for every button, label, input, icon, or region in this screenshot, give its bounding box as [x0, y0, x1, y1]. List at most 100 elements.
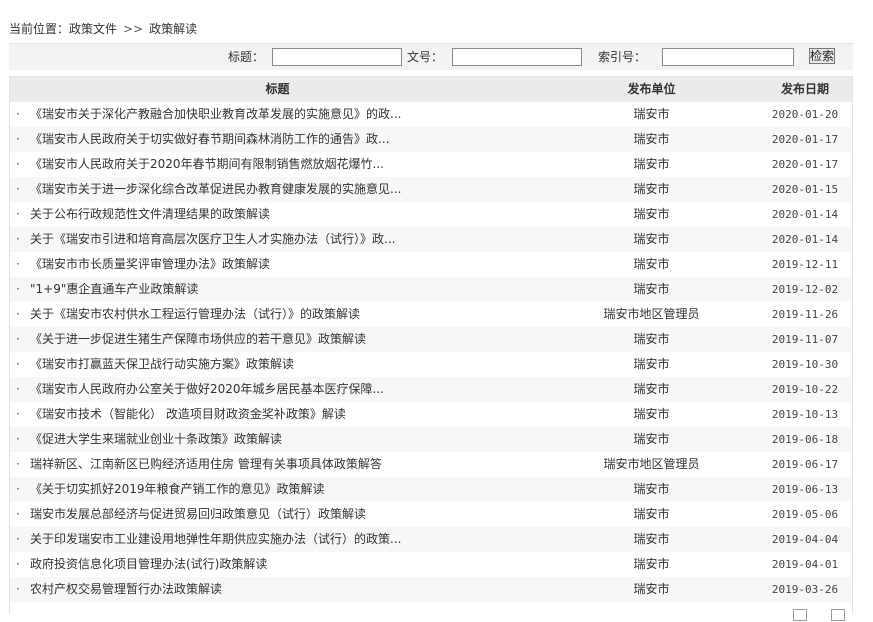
row-date: 2020-01-20	[771, 108, 839, 121]
row-dept: 瑞安市	[633, 407, 670, 421]
row-date: 2019-04-01	[771, 558, 839, 571]
row-title-link[interactable]: 关于《瑞安市农村供水工程运行管理办法（试行）》的政策解读	[30, 307, 360, 321]
table-row: · 关于印发瑞安市工业建设用地弹性年期供应实施办法（试行）的政策... 瑞安市 201…	[10, 527, 852, 552]
table-row: · 关于《瑞安市引进和培育高层次医疗卫生人才实施办法（试行）》政... 瑞安市 202…	[10, 227, 852, 252]
row-title-cell: · 《瑞安市关于深化产教融合加快职业教育改革发展的实施意见》的政...	[10, 102, 545, 127]
row-dept: 瑞安市	[633, 132, 670, 146]
bullet: ·	[16, 457, 20, 471]
doc-no-input[interactable]	[452, 48, 582, 66]
row-title-link[interactable]: 农村产权交易管理暂行办法政策解读	[30, 582, 222, 596]
row-title-link[interactable]: 瑞祥新区、江南新区已购经济适用住房 管理有关事项具体政策解答	[30, 457, 382, 471]
row-date: 2019-11-26	[771, 308, 839, 321]
row-date: 2019-03-26	[771, 583, 839, 596]
row-title-cell: · 关于公布行政规范性文件清理结果的政策解读	[10, 202, 545, 227]
row-dept: 瑞安市	[633, 157, 670, 171]
row-title-cell: · 《瑞安市人民政府关于2020年春节期间有限制销售燃放烟花爆竹...	[10, 152, 545, 177]
table-row: · 《关于进一步促进生猪生产保障市场供应的若干意见》政策解读 瑞安市 2019-11-…	[10, 327, 852, 352]
row-title-link[interactable]: 瑞安市发展总部经济与促进贸易回归政策意见（试行）政策解读	[30, 507, 366, 521]
table-row: · 《瑞安市关于进一步深化综合改革促进民办教育健康发展的实施意见... 瑞安市 202…	[10, 177, 852, 202]
row-title-cell: · 瑞安市发展总部经济与促进贸易回归政策意见（试行）政策解读	[10, 502, 545, 527]
row-title-cell: · 《瑞安市关于进一步深化综合改革促进民办教育健康发展的实施意见...	[10, 177, 545, 202]
table-row: · 《瑞安市人民政府关于切实做好春节期间森林消防工作的通告》政... 瑞安市 2020…	[10, 127, 852, 152]
breadcrumb-separator: >>	[123, 22, 144, 36]
bullet: ·	[16, 532, 20, 546]
row-title-link[interactable]: 《瑞安市市长质量奖评审管理办法》政策解读	[30, 257, 270, 271]
row-title-cell: · 《促进大学生来瑞就业创业十条政策》政策解读	[10, 427, 545, 452]
row-title-link[interactable]: 《瑞安市关于深化产教融合加快职业教育改革发展的实施意见》的政...	[30, 107, 401, 121]
breadcrumb-item-policy-docs[interactable]: 政策文件	[69, 22, 117, 36]
row-title-cell: · 《瑞安市市长质量奖评审管理办法》政策解读	[10, 252, 545, 277]
row-title-link[interactable]: 《瑞安市关于进一步深化综合改革促进民办教育健康发展的实施意见...	[30, 182, 401, 196]
table-body: · 《瑞安市关于深化产教融合加快职业教育改革发展的实施意见》的政... 瑞安市 202…	[10, 102, 852, 602]
table-row: · 《瑞安市技术（智能化） 改造项目财政资金奖补政策》解读 瑞安市 2019-10-1…	[10, 402, 852, 427]
bullet: ·	[16, 307, 20, 321]
search-button[interactable]: 检索	[809, 48, 835, 64]
bullet: ·	[16, 357, 20, 371]
bullet: ·	[16, 232, 20, 246]
table-row: · 《瑞安市人民政府办公室关于做好2020年城乡居民基本医疗保障... 瑞安市 201…	[10, 377, 852, 402]
row-title-link[interactable]: 《瑞安市人民政府办公室关于做好2020年城乡居民基本医疗保障...	[30, 382, 384, 396]
row-title-link[interactable]: 《瑞安市人民政府关于切实做好春节期间森林消防工作的通告》政...	[30, 132, 389, 146]
bullet: ·	[16, 582, 20, 596]
row-dept: 瑞安市	[633, 482, 670, 496]
row-title-link[interactable]: 《瑞安市人民政府关于2020年春节期间有限制销售燃放烟花爆竹...	[30, 157, 384, 171]
row-title-cell: · 关于《瑞安市农村供水工程运行管理办法（试行）》的政策解读	[10, 302, 545, 327]
row-date: 2019-06-17	[771, 458, 839, 471]
bullet: ·	[16, 207, 20, 221]
bullet: ·	[16, 182, 20, 196]
search-bar: 标题： 文号： 索引号： 检索	[9, 43, 853, 70]
header-title: 标题	[265, 82, 290, 96]
row-dept: 瑞安市	[633, 432, 670, 446]
row-dept: 瑞安市	[633, 232, 670, 246]
row-date: 2020-01-14	[771, 208, 839, 221]
row-dept: 瑞安市	[633, 382, 670, 396]
row-date: 2019-10-22	[771, 383, 839, 396]
row-date: 2020-01-17	[771, 158, 839, 171]
row-dept: 瑞安市	[633, 532, 670, 546]
row-date: 2020-01-14	[771, 233, 839, 246]
bullet: ·	[16, 157, 20, 171]
row-title-link[interactable]: 《关于切实抓好2019年粮食产销工作的意见》政策解读	[30, 482, 325, 496]
table-header: 标题 发布单位 发布日期	[10, 77, 852, 102]
breadcrumb-label: 当前位置：	[9, 22, 70, 36]
row-dept: 瑞安市	[633, 357, 670, 371]
pager-button[interactable]	[831, 609, 845, 621]
row-title-link[interactable]: 《关于进一步促进生猪生产保障市场供应的若干意见》政策解读	[30, 332, 366, 346]
row-title-cell: · 《关于切实抓好2019年粮食产销工作的意见》政策解读	[10, 477, 545, 502]
doc-no-label: 文号：	[407, 50, 444, 64]
row-date: 2019-10-30	[771, 358, 839, 371]
header-date: 发布日期	[780, 82, 829, 96]
row-title-link[interactable]: 政府投资信息化项目管理办法(试行)政策解读	[30, 557, 267, 571]
table-row: · 关于公布行政规范性文件清理结果的政策解读 瑞安市 2020-01-14	[10, 202, 852, 227]
row-title-cell: · "1+9"惠企直通车产业政策解读	[10, 277, 545, 302]
title-input[interactable]	[272, 48, 402, 66]
index-no-label: 索引号：	[598, 50, 647, 64]
bullet: ·	[16, 332, 20, 346]
table-row: · 瑞祥新区、江南新区已购经济适用住房 管理有关事项具体政策解答 瑞安市地区管理员 2…	[10, 452, 852, 477]
row-title-link[interactable]: "1+9"惠企直通车产业政策解读	[30, 282, 198, 296]
row-title-link[interactable]: 关于《瑞安市引进和培育高层次医疗卫生人才实施办法（试行）》政...	[30, 232, 395, 246]
bullet: ·	[16, 407, 20, 421]
row-dept: 瑞安市	[633, 557, 670, 571]
row-date: 2019-04-04	[771, 533, 839, 546]
row-date: 2019-06-13	[771, 483, 839, 496]
row-title-cell: · 《瑞安市人民政府关于切实做好春节期间森林消防工作的通告》政...	[10, 127, 545, 152]
row-dept: 瑞安市	[633, 207, 670, 221]
pager-button[interactable]	[793, 609, 807, 621]
bullet: ·	[16, 432, 20, 446]
breadcrumb-item-policy-interpretation[interactable]: 政策解读	[149, 22, 197, 36]
pager	[9, 604, 853, 622]
row-title-link[interactable]: 关于公布行政规范性文件清理结果的政策解读	[30, 207, 270, 221]
index-no-input[interactable]	[662, 48, 794, 66]
row-title-cell: · 《关于进一步促进生猪生产保障市场供应的若干意见》政策解读	[10, 327, 545, 352]
table-row: · 关于《瑞安市农村供水工程运行管理办法（试行）》的政策解读 瑞安市地区管理员 201…	[10, 302, 852, 327]
row-title-link[interactable]: 关于印发瑞安市工业建设用地弹性年期供应实施办法（试行）的政策...	[30, 532, 401, 546]
row-title-link[interactable]: 《瑞安市技术（智能化） 改造项目财政资金奖补政策》解读	[30, 407, 346, 421]
row-dept: 瑞安市地区管理员	[603, 307, 700, 321]
row-dept: 瑞安市	[633, 507, 670, 521]
row-dept: 瑞安市	[633, 582, 670, 596]
bullet: ·	[16, 482, 20, 496]
table-row: · 《瑞安市市长质量奖评审管理办法》政策解读 瑞安市 2019-12-11	[10, 252, 852, 277]
row-title-link[interactable]: 《促进大学生来瑞就业创业十条政策》政策解读	[30, 432, 282, 446]
row-title-link[interactable]: 《瑞安市打赢蓝天保卫战行动实施方案》政策解读	[30, 357, 294, 371]
